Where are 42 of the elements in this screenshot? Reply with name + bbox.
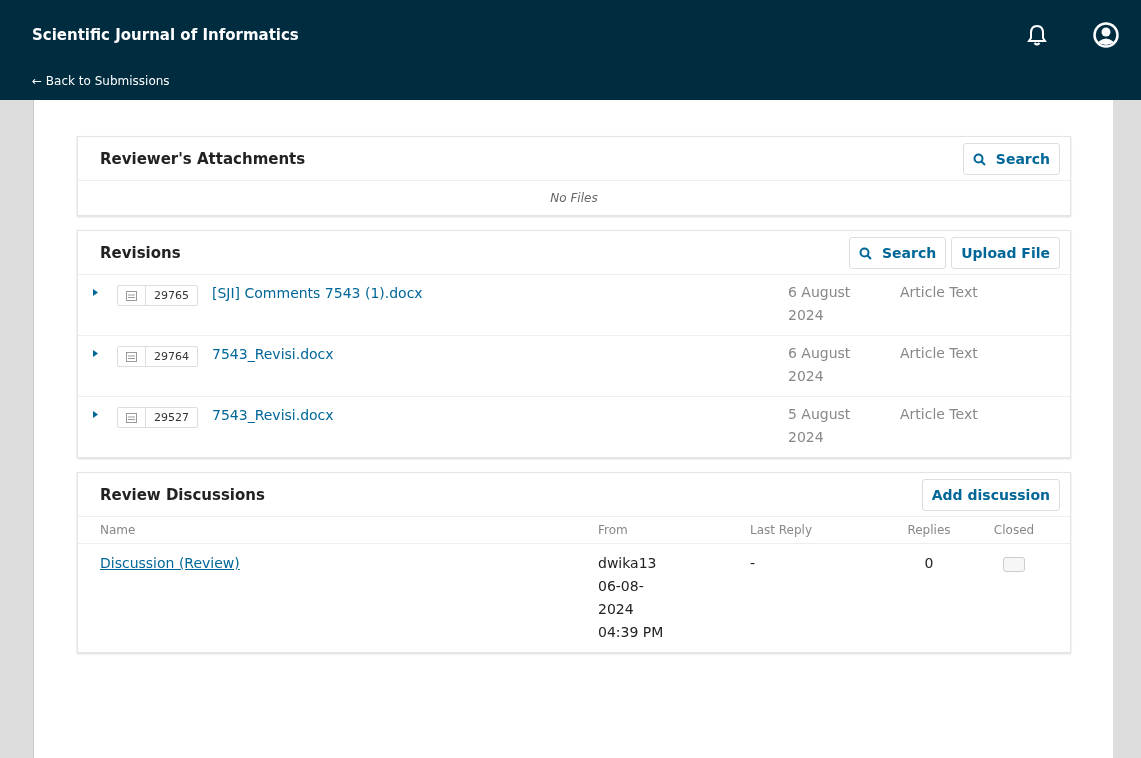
column-header: From [598, 517, 750, 544]
file-id: 29765 [153, 288, 190, 304]
user-icon[interactable] [1093, 22, 1119, 48]
expand-arrow-icon[interactable] [92, 289, 99, 296]
file-icon [126, 412, 137, 423]
file-genre: Article Text [900, 405, 979, 424]
column-header: Name [78, 517, 598, 544]
expand-arrow-icon[interactable] [92, 350, 99, 357]
column-header: Closed [968, 517, 1070, 544]
file-date: 5 August 2024 [788, 405, 852, 447]
file-genre: Article Text [900, 283, 979, 302]
search-icon [859, 246, 872, 260]
section-title: Reviewer's Attachments [100, 150, 306, 168]
file-date: 6 August 2024 [788, 283, 852, 325]
expand-arrow-icon[interactable] [92, 411, 99, 418]
file-id: 29527 [153, 410, 190, 426]
section-title: Review Discussions [100, 486, 265, 504]
file-link[interactable]: 7543_Revisi.docx [212, 346, 334, 362]
file-link[interactable]: 7543_Revisi.docx [212, 407, 334, 423]
reply-count: 0 [890, 543, 968, 652]
search-button[interactable]: Search [962, 143, 1060, 175]
file-date: 6 August 2024 [788, 344, 852, 386]
upload-file-button[interactable]: Upload File [951, 237, 1060, 269]
file-id: 29764 [153, 349, 190, 365]
search-button[interactable]: Search [849, 237, 947, 269]
discussion-link[interactable]: Discussion (Review) [100, 555, 240, 571]
back-link[interactable]: ← Back to Submissions [32, 74, 170, 88]
last-reply: - [750, 543, 890, 652]
file-icon [126, 351, 137, 362]
column-header: Last Reply [750, 517, 890, 544]
column-header: Replies [890, 517, 968, 544]
add-discussion-button[interactable]: Add discussion [921, 479, 1060, 511]
section-title: Revisions [100, 244, 181, 262]
file-icon [126, 290, 137, 301]
file-link[interactable]: [SJI] Comments 7543 (1).docx [212, 285, 423, 301]
closed-checkbox[interactable] [1003, 557, 1025, 572]
discussion-from: dwika13 06-08-2024 04:39 PM [598, 554, 665, 642]
empty-message: No Files [549, 190, 599, 207]
bell-icon[interactable] [1027, 24, 1047, 46]
file-genre: Article Text [900, 344, 979, 363]
search-icon [972, 152, 986, 166]
journal-title: Scientific Journal of Informatics [32, 26, 299, 44]
